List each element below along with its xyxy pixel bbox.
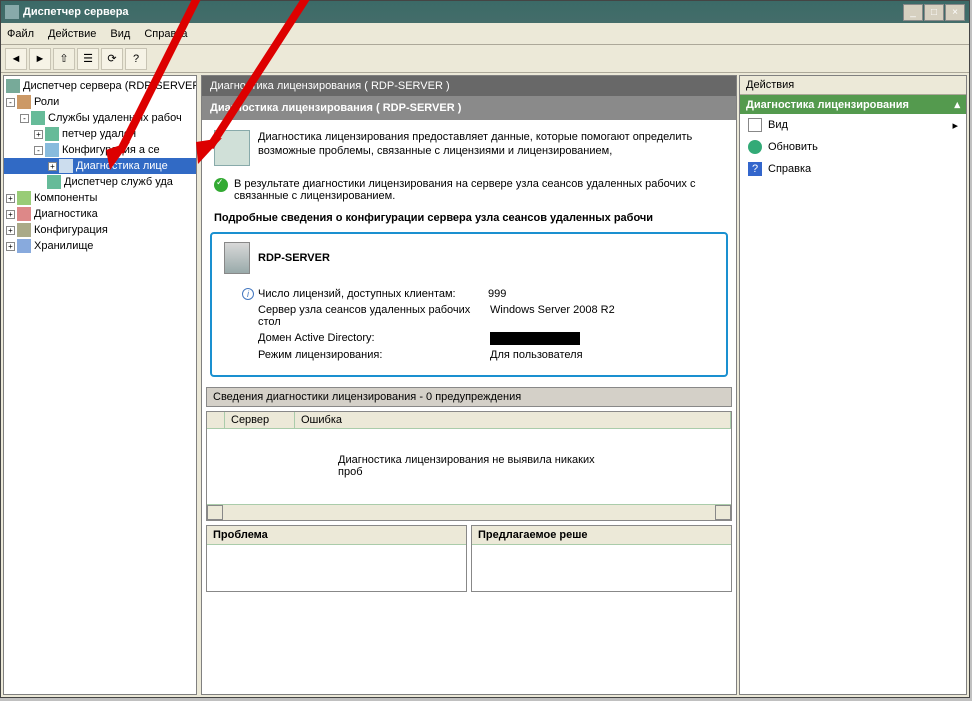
actions-header: Действия	[740, 76, 966, 95]
problem-box: Проблема	[206, 525, 467, 592]
col-error[interactable]: Ошибка	[295, 412, 731, 428]
view-icon	[748, 118, 762, 132]
tree-dispatcher-services[interactable]: Диспетчер служб уда	[4, 174, 196, 190]
menu-help[interactable]: Справка	[144, 28, 187, 40]
no-issues-text: Диагностика лицензирования не выявила ни…	[338, 454, 600, 478]
menubar: Файл Действие Вид Справка	[1, 23, 969, 45]
diagnostic-result: В результате диагностики лицензирования …	[202, 174, 736, 206]
result-text: В результате диагностики лицензирования …	[234, 178, 724, 202]
tree-roles[interactable]: -Роли	[4, 94, 196, 110]
details-heading: Подробные сведения о конфигурации сервер…	[202, 206, 736, 228]
diagnostics-list[interactable]: Сервер Ошибка Диагностика лицензирования…	[206, 411, 732, 521]
row-session-host: Сервер узла сеансов удаленных рабочих ст…	[224, 302, 714, 330]
tree-root[interactable]: Диспетчер сервера (RDP-SERVER)	[4, 78, 196, 94]
back-button[interactable]: ◄	[5, 48, 27, 70]
solution-label: Предлагаемое реше	[472, 526, 731, 545]
domain-value-redacted	[490, 332, 580, 345]
scroll-right-icon[interactable]	[715, 505, 731, 520]
tree-configuration[interactable]: +Конфигурация	[4, 222, 196, 238]
actions-group-header[interactable]: Диагностика лицензирования ▴	[740, 95, 966, 114]
titlebar[interactable]: Диспетчер сервера _ □ ×	[1, 1, 969, 23]
scroll-left-icon[interactable]	[207, 505, 223, 520]
forward-button[interactable]: ►	[29, 48, 51, 70]
content-title: Диагностика лицензирования ( RDP-SERVER …	[202, 96, 736, 120]
col-blank[interactable]	[207, 412, 225, 428]
refresh-icon	[748, 140, 762, 154]
row-domain: Домен Active Directory:	[224, 330, 714, 347]
content-pane: Диагностика лицензирования ( RDP-SERVER …	[201, 75, 737, 695]
server-details-box: RDP-SERVER i Число лицензий, доступных к…	[210, 232, 728, 377]
toolbar: ◄ ► ⇧ ☰ ⟳ ?	[1, 45, 969, 73]
server-icon	[224, 242, 250, 274]
action-refresh[interactable]: Обновить	[740, 136, 966, 158]
app-icon	[5, 5, 19, 19]
solution-box: Предлагаемое реше	[471, 525, 732, 592]
diag-warnings-header: Сведения диагностики лицензирования - 0 …	[206, 387, 732, 407]
action-help[interactable]: ? Справка	[740, 158, 966, 180]
help-button[interactable]: ?	[125, 48, 147, 70]
actions-pane: Действия Диагностика лицензирования ▴ Ви…	[739, 75, 967, 695]
properties-button[interactable]: ☰	[77, 48, 99, 70]
chevron-right-icon: ▸	[952, 119, 958, 132]
tree-diagnostics[interactable]: +Диагностика	[4, 206, 196, 222]
problem-label: Проблема	[207, 526, 466, 545]
action-view[interactable]: Вид ▸	[740, 114, 966, 136]
tree-config-node[interactable]: -Конфигурация а се	[4, 142, 196, 158]
navigation-tree[interactable]: Диспетчер сервера (RDP-SERVER) -Роли -Сл…	[3, 75, 197, 695]
h-scrollbar[interactable]	[207, 504, 731, 520]
collapse-icon[interactable]: ▴	[954, 98, 960, 111]
menu-file[interactable]: Файл	[7, 28, 34, 40]
intro-block: Диагностика лицензирования предоставляет…	[202, 120, 736, 174]
content-breadcrumb: Диагностика лицензирования ( RDP-SERVER …	[202, 76, 736, 96]
row-lic-count: i Число лицензий, доступных клиентам: 99…	[224, 286, 714, 302]
menu-action[interactable]: Действие	[48, 28, 96, 40]
close-button[interactable]: ×	[945, 4, 965, 21]
tree-remote-services[interactable]: -Службы удаленных рабоч	[4, 110, 196, 126]
tree-components[interactable]: +Компоненты	[4, 190, 196, 206]
col-server[interactable]: Сервер	[225, 412, 295, 428]
help-icon: ?	[748, 162, 762, 176]
server-manager-window: Диспетчер сервера _ □ × Файл Действие Ви…	[0, 0, 970, 698]
refresh-button[interactable]: ⟳	[101, 48, 123, 70]
lic-count-value: 999	[488, 288, 506, 300]
minimize-button[interactable]: _	[903, 4, 923, 21]
up-button[interactable]: ⇧	[53, 48, 75, 70]
maximize-button[interactable]: □	[924, 4, 944, 21]
server-name: RDP-SERVER	[258, 252, 330, 264]
tree-storage[interactable]: +Хранилище	[4, 238, 196, 254]
row-mode: Режим лицензирования: Для пользователя	[224, 347, 714, 363]
mode-value: Для пользователя	[490, 349, 583, 361]
tree-remote-dispatcher[interactable]: +петчер удален	[4, 126, 196, 142]
window-title: Диспетчер сервера	[23, 6, 903, 18]
menu-view[interactable]: Вид	[110, 28, 130, 40]
session-host-value: Windows Server 2008 R2	[490, 304, 615, 328]
diagnostics-icon	[214, 130, 250, 166]
info-icon: i	[242, 288, 254, 300]
intro-text: Диагностика лицензирования предоставляет…	[258, 130, 724, 166]
success-check-icon	[214, 178, 228, 192]
tree-diag-licensing[interactable]: +Диагностика лице	[4, 158, 196, 174]
